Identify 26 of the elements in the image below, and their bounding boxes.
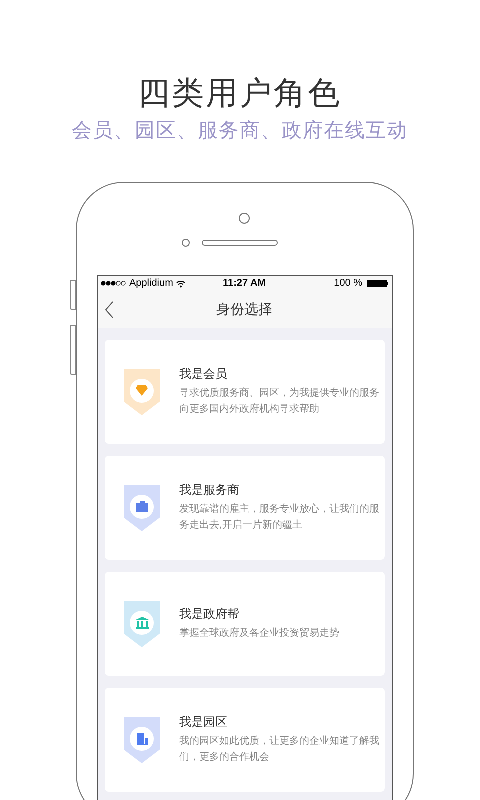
role-card[interactable]: 我是会员 寻求优质服务商、园区，为我提供专业的服务向更多国内外政府机构寻求帮助: [104, 340, 384, 444]
signal-icon: [100, 281, 126, 286]
role-card[interactable]: 我是园区 我的园区如此优质，让更多的企业知道了解我们，更多的合作机会: [104, 688, 384, 792]
role-title: 我是政府帮: [180, 606, 240, 622]
role-description: 寻求优质服务商、园区，为我提供专业的服务向更多国内外政府机构寻求帮助: [180, 386, 380, 417]
battery-percent: 100 %: [334, 277, 363, 291]
page-subtitle: 会员、园区、服务商、政府在线互动: [72, 119, 408, 144]
page-title: 四类用户角色: [138, 74, 342, 113]
role-description: 我的园区如此优质，让更多的企业知道了解我们，更多的合作机会: [180, 734, 380, 765]
diamond-icon: [136, 385, 148, 396]
back-icon[interactable]: [104, 300, 114, 318]
status-time: 11:27 AM: [223, 277, 266, 291]
briefcase-icon: [136, 501, 148, 512]
battery-icon: [366, 280, 389, 288]
building-icon: [136, 732, 148, 744]
bank-icon: [136, 616, 148, 628]
role-title: 我是园区: [180, 714, 228, 730]
wifi-icon: [176, 280, 186, 288]
role-title: 我是会员: [180, 366, 228, 382]
role-card[interactable]: 我是政府帮 掌握全球政府及各企业投资贸易走势: [104, 572, 384, 676]
carrier-name: Applidium: [130, 277, 174, 291]
role-title: 我是服务商: [180, 482, 240, 498]
nav-title: 身份选择: [216, 300, 272, 319]
role-description: 掌握全球政府及各企业投资贸易走势: [180, 626, 340, 641]
role-description: 发现靠谱的雇主，服务专业放心，让我们的服务走出去,开启一片新的疆土: [180, 502, 380, 533]
role-card[interactable]: 我是服务商 发现靠谱的雇主，服务专业放心，让我们的服务走出去,开启一片新的疆土: [104, 456, 384, 560]
